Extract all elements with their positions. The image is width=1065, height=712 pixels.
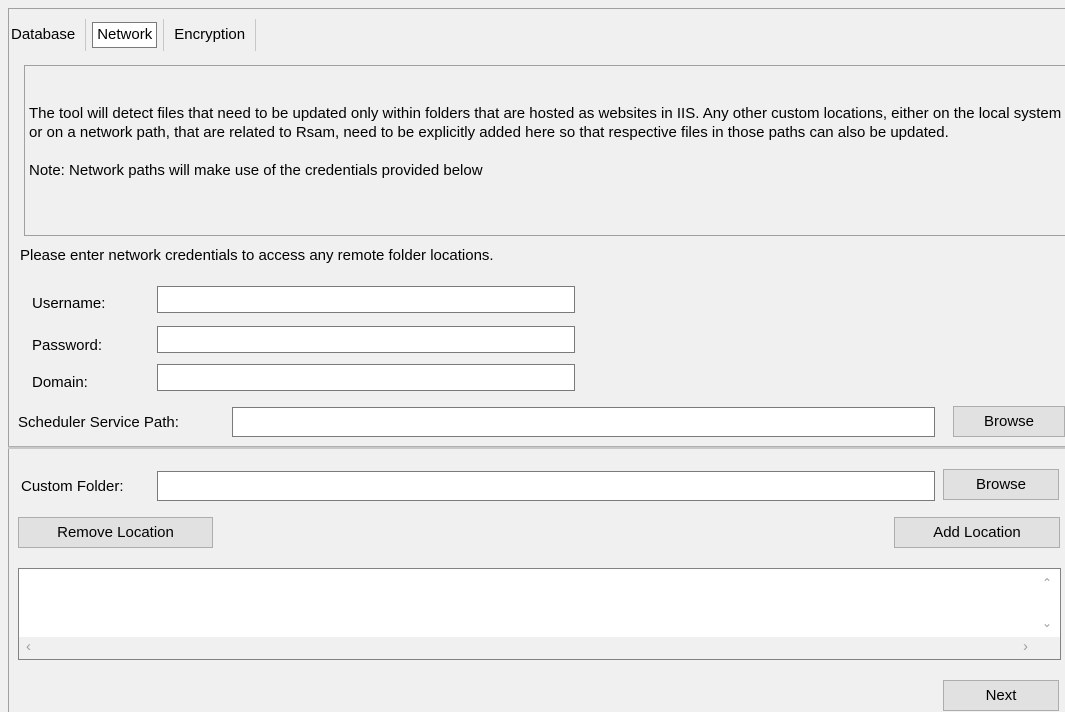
scheduler-browse-button[interactable]: Browse: [953, 406, 1065, 437]
locations-list[interactable]: ⌃ ⌄ ‹ ›: [18, 568, 1061, 660]
custom-folder-input[interactable]: [157, 471, 935, 501]
chevron-down-icon[interactable]: ⌄: [1042, 617, 1052, 629]
vertical-scrollbar[interactable]: ⌃ ⌄: [1036, 569, 1060, 637]
password-label: Password:: [32, 337, 103, 354]
chevron-left-icon[interactable]: ‹: [26, 639, 31, 654]
info-box: The tool will detect files that need to …: [24, 65, 1065, 236]
domain-input[interactable]: [157, 364, 575, 391]
tab-encryption-label: Encryption: [174, 26, 246, 43]
username-label: Username:: [32, 295, 106, 312]
chevron-right-icon[interactable]: ›: [1023, 639, 1028, 654]
divider: [8, 446, 1065, 449]
info-text: The tool will detect files that need to …: [29, 105, 1062, 141]
info-note: Note: Network paths will make use of the…: [29, 162, 483, 179]
domain-label: Domain:: [32, 374, 88, 391]
tab-network-label: Network: [92, 22, 158, 48]
add-location-button[interactable]: Add Location: [894, 517, 1060, 548]
custom-folder-browse-button[interactable]: Browse: [943, 469, 1059, 500]
remove-location-button[interactable]: Remove Location: [18, 517, 213, 548]
tab-network[interactable]: Network: [86, 19, 165, 51]
tab-database-label: Database: [11, 26, 76, 43]
scheduler-path-input[interactable]: [232, 407, 935, 437]
horizontal-scrollbar[interactable]: ‹ ›: [19, 637, 1060, 659]
chevron-up-icon[interactable]: ⌃: [1042, 577, 1052, 589]
credentials-prompt: Please enter network credentials to acce…: [20, 247, 494, 264]
tab-strip: Database Network Encryption: [9, 19, 257, 51]
password-input[interactable]: [157, 326, 575, 353]
custom-folder-label: Custom Folder:: [21, 478, 124, 495]
scheduler-path-label: Scheduler Service Path:: [18, 414, 179, 431]
tab-database[interactable]: Database: [9, 19, 87, 51]
username-input[interactable]: [157, 286, 575, 313]
tab-encryption[interactable]: Encryption: [164, 19, 257, 51]
next-button[interactable]: Next: [943, 680, 1059, 711]
